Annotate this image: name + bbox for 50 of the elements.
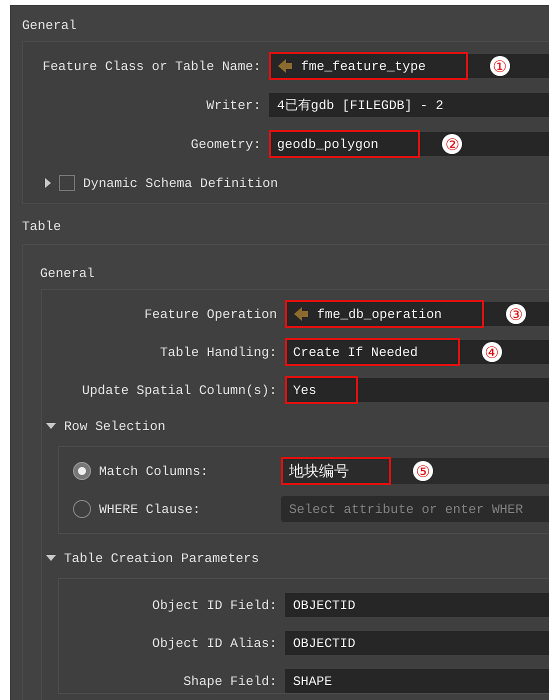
input-field[interactable]: SHAPE bbox=[285, 669, 549, 693]
field-label: Shape Field: bbox=[182, 674, 278, 688]
field-value: 4已有gdb [FILEGDB] - 2 bbox=[277, 97, 444, 114]
section-title: General bbox=[40, 265, 96, 283]
callout-number: ④ bbox=[482, 342, 502, 362]
field-value: fme_feature_type bbox=[301, 58, 426, 74]
field-label: Feature Operation bbox=[143, 306, 278, 322]
input-field[interactable]: Select attribute or enter WHER bbox=[281, 496, 549, 522]
callout-number: ③ bbox=[506, 304, 526, 324]
expand-icon[interactable] bbox=[45, 178, 51, 188]
section-title: Row Selection bbox=[64, 418, 166, 434]
input-field[interactable]: OBJECTID bbox=[285, 631, 549, 655]
field-value: OBJECTID bbox=[293, 636, 356, 650]
radio-label: WHERE Clause: bbox=[98, 502, 202, 516]
callout-number: ⑤ bbox=[413, 461, 433, 481]
input-field[interactable]: 地块编号 ⑤ bbox=[281, 458, 549, 484]
field-label: Geometry: bbox=[190, 136, 262, 152]
callout-number: ① bbox=[490, 56, 510, 76]
radio-label: Match Columns: bbox=[98, 464, 210, 478]
checkbox[interactable] bbox=[59, 175, 75, 191]
callout-number: ② bbox=[442, 134, 462, 154]
field-label: Table Handling: bbox=[158, 344, 278, 360]
field-value: Yes bbox=[293, 382, 316, 398]
section-title: Table bbox=[22, 218, 62, 236]
section-title: General bbox=[22, 17, 78, 35]
field-value: fme_db_operation bbox=[317, 306, 442, 322]
field-value: geodb_polygon bbox=[277, 136, 378, 152]
checkbox-label: Dynamic Schema Definition bbox=[83, 176, 278, 190]
field-value: 地块编号 bbox=[289, 462, 349, 480]
input-field[interactable]: 4已有gdb [FILEGDB] - 2 bbox=[269, 93, 549, 117]
field-label: Object ID Field: bbox=[151, 598, 278, 612]
section-title: Table Creation Parameters bbox=[64, 550, 260, 566]
input-field[interactable]: fme_feature_type ① bbox=[269, 54, 549, 78]
input-field[interactable]: OBJECTID bbox=[285, 593, 549, 617]
radio-button[interactable] bbox=[73, 500, 91, 518]
field-value: SHAPE bbox=[293, 674, 332, 688]
input-field[interactable]: Create If Needed ④ bbox=[285, 340, 549, 364]
expand-icon[interactable] bbox=[46, 555, 56, 561]
field-value: Create If Needed bbox=[293, 344, 418, 360]
expand-icon[interactable] bbox=[46, 423, 56, 429]
input-field[interactable]: geodb_polygon ② bbox=[269, 132, 549, 156]
input-field[interactable]: Yes bbox=[285, 378, 549, 402]
field-label: Object ID Alias: bbox=[151, 636, 278, 650]
input-field[interactable]: fme_db_operation ③ bbox=[285, 302, 549, 326]
field-label: Feature Class or Table Name: bbox=[42, 58, 262, 74]
radio-button[interactable] bbox=[73, 462, 91, 480]
field-placeholder: Select attribute or enter WHER bbox=[289, 502, 524, 516]
field-value: OBJECTID bbox=[293, 598, 356, 612]
field-label: Writer: bbox=[205, 98, 262, 112]
field-label: Update Spatial Column(s): bbox=[80, 382, 278, 398]
